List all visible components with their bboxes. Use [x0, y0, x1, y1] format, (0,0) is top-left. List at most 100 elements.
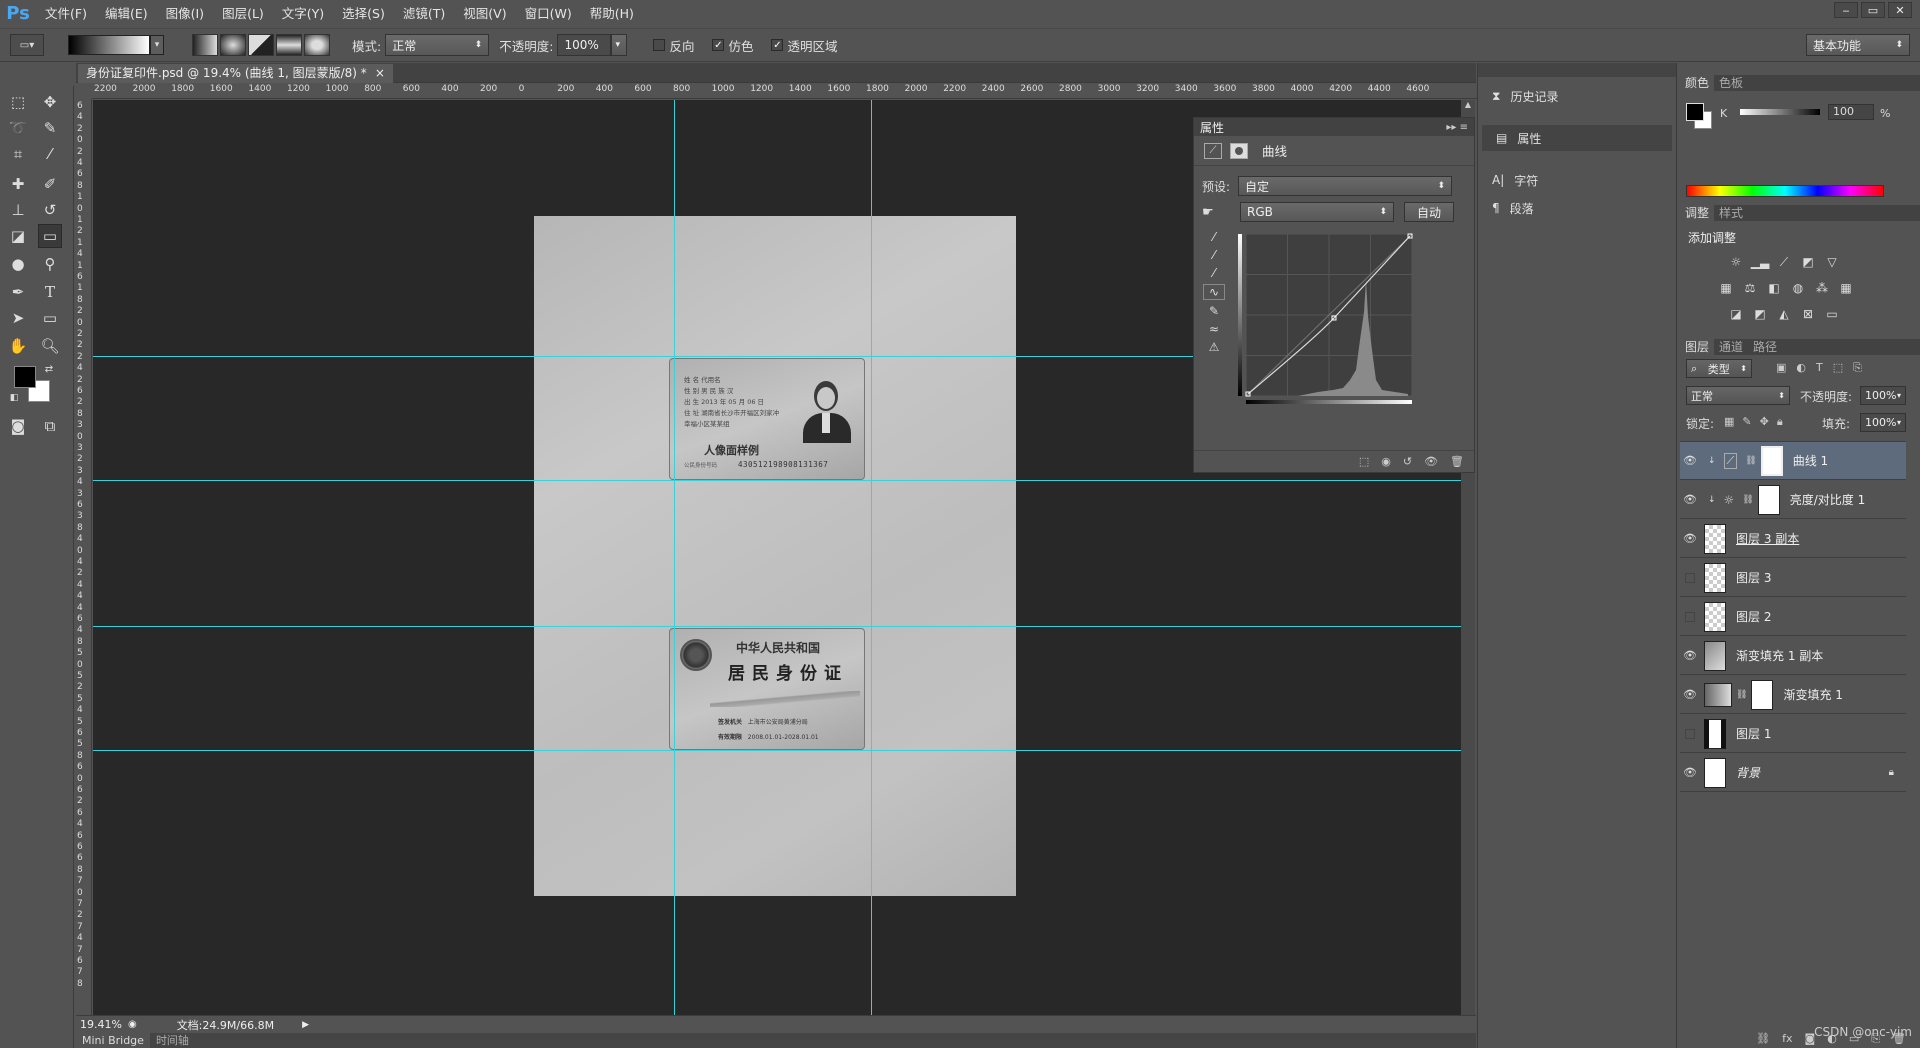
white-point-eyedropper-icon[interactable]: ⁄	[1213, 266, 1215, 280]
view-previous-icon[interactable]: ◉	[1381, 455, 1391, 468]
reset-icon[interactable]: ↺	[1403, 455, 1412, 468]
reflected-gradient-button[interactable]	[276, 34, 302, 56]
layer-row-curves[interactable]: 👁︎ ↓ ⟋ ⛓ 曲线 1	[1680, 442, 1906, 480]
brush-tool-icon[interactable]: ✐	[38, 172, 62, 196]
marquee-tool-icon[interactable]: ⬚	[6, 90, 30, 114]
filter-shape-icon[interactable]: ⬚	[1833, 361, 1843, 375]
layer-row-gradient-fill[interactable]: 👁︎ ⛓ 渐变填充 1	[1680, 676, 1906, 714]
black-white-icon[interactable]: ◧	[1766, 281, 1782, 295]
photo-filter-icon[interactable]: ◍	[1790, 281, 1806, 295]
layer-row-2[interactable]: 图层 2	[1680, 598, 1906, 636]
layer-row-1[interactable]: 图层 1	[1680, 715, 1906, 753]
menu-window[interactable]: 窗口(W)	[516, 0, 581, 27]
menu-help[interactable]: 帮助(H)	[581, 0, 643, 27]
menu-image[interactable]: 图像(I)	[157, 0, 213, 27]
dither-checkbox[interactable]: ✓	[712, 39, 725, 51]
guide-horizontal[interactable]	[93, 480, 1461, 481]
fill-input[interactable]: 100% ▾	[1860, 413, 1906, 432]
transparency-checkbox[interactable]: ✓	[771, 39, 784, 51]
tab-swatches[interactable]: 色板	[1714, 75, 1748, 91]
dodge-tool-icon[interactable]: ⚲	[38, 252, 62, 276]
curve-point-tool-icon[interactable]: ∿	[1203, 284, 1225, 300]
rectangle-tool-icon[interactable]: ▭	[38, 306, 62, 330]
tab-mini-bridge[interactable]: Mini Bridge	[76, 1033, 150, 1048]
k-input[interactable]: 100	[1828, 104, 1874, 120]
visibility-eye-icon[interactable]: 👁︎	[1680, 454, 1700, 467]
type-tool-icon[interactable]: T	[38, 280, 62, 304]
lock-transparent-icon[interactable]: ▦	[1724, 415, 1734, 429]
fx-icon[interactable]: fx	[1782, 1032, 1792, 1045]
zoom-level[interactable]: 19.41%	[80, 1018, 122, 1031]
reverse-checkbox[interactable]	[653, 39, 666, 51]
gradient-tool-icon[interactable]: ▭	[38, 224, 62, 248]
status-menu-arrow-icon[interactable]: ▶	[302, 1020, 309, 1030]
target-adjust-icon[interactable]: ☛	[1202, 205, 1224, 220]
layer-row-background[interactable]: 👁︎ 背景 🔒︎	[1680, 754, 1906, 792]
paragraph-panel-button[interactable]: ¶ 段落	[1478, 195, 1676, 221]
foreground-color-swatch[interactable]	[14, 366, 36, 388]
threshold-icon[interactable]: ◭	[1776, 307, 1792, 321]
gradient-map-icon[interactable]: ▭	[1824, 307, 1840, 321]
menu-type[interactable]: 文字(Y)	[273, 0, 333, 27]
layer-row-gradient-fill-copy[interactable]: 👁︎ 渐变填充 1 副本	[1680, 637, 1906, 675]
eyedropper-tool-icon[interactable]: ⁄	[38, 142, 62, 166]
clip-to-layer-icon[interactable]: ⬚	[1359, 455, 1369, 468]
channel-select[interactable]: RGB ⬍	[1240, 202, 1394, 222]
layer-filter-select[interactable]: ⌕ 类型 ⬍	[1686, 359, 1752, 378]
invert-icon[interactable]: ◪	[1728, 307, 1744, 321]
character-panel-button[interactable]: A| 字符	[1478, 167, 1676, 193]
visibility-off-box[interactable]	[1685, 611, 1695, 622]
tab-paths[interactable]: 路径	[1748, 339, 1782, 355]
layer-row-3-copy[interactable]: 👁︎ 图层 3 副本	[1680, 520, 1906, 558]
color-lookup-icon[interactable]: ▦	[1838, 281, 1854, 295]
guide-horizontal[interactable]	[93, 750, 1461, 751]
blend-mode-select[interactable]: 正常 ⬍	[1686, 386, 1790, 405]
opacity-input[interactable]: 100%	[557, 34, 612, 56]
black-point-eyedropper-icon[interactable]: ⁄	[1213, 230, 1215, 244]
path-selection-tool-icon[interactable]: ➤	[6, 306, 30, 330]
color-spectrum[interactable]	[1686, 185, 1884, 197]
radial-gradient-button[interactable]	[220, 34, 246, 56]
levels-icon[interactable]: ▁▃	[1751, 255, 1769, 269]
layer-mask-thumbnail[interactable]	[1760, 445, 1783, 476]
tab-adjustments[interactable]: 调整	[1680, 205, 1715, 221]
lock-position-icon[interactable]: ✥	[1760, 415, 1769, 429]
layer-mask-thumbnail[interactable]	[1751, 679, 1774, 710]
layer-row-brightness[interactable]: 👁︎ ↓ ☼ ⛓ 亮度/对比度 1	[1680, 481, 1906, 519]
pen-tool-icon[interactable]: ✒	[6, 280, 30, 304]
menu-filter[interactable]: 滤镜(T)	[394, 0, 454, 27]
visibility-off-box[interactable]	[1685, 728, 1695, 739]
link-layers-icon[interactable]: ⛓	[1756, 1032, 1770, 1045]
hand-tool-icon[interactable]: ✋	[6, 334, 30, 358]
selective-color-icon[interactable]: ⊠	[1800, 307, 1816, 321]
restore-button[interactable]: ▭	[1861, 2, 1885, 18]
lasso-tool-icon[interactable]: ➰	[6, 116, 30, 140]
filter-smart-icon[interactable]: ⎘	[1853, 361, 1862, 375]
preset-select[interactable]: 自定 ⬍	[1238, 176, 1453, 196]
gradient-picker[interactable]	[68, 35, 150, 55]
menu-edit[interactable]: 编辑(E)	[96, 0, 157, 27]
filter-adjust-icon[interactable]: ◐	[1796, 361, 1806, 375]
tab-styles[interactable]: 样式	[1714, 205, 1748, 221]
trash-icon[interactable]: 🗑︎	[1450, 455, 1464, 468]
visibility-icon[interactable]: 👁︎	[1424, 455, 1438, 468]
menu-view[interactable]: 视图(V)	[454, 0, 515, 27]
color-balance-icon[interactable]: ⚖	[1742, 281, 1758, 295]
history-brush-tool-icon[interactable]: ↺	[38, 198, 62, 222]
status-info-icon[interactable]: ◉	[128, 1019, 137, 1030]
guide-vertical[interactable]	[674, 100, 675, 1015]
visibility-eye-icon[interactable]: 👁︎	[1680, 532, 1700, 545]
move-tool-icon[interactable]: ✥	[38, 90, 62, 114]
smooth-curve-icon[interactable]: ≈	[1209, 322, 1219, 336]
visibility-eye-icon[interactable]: 👁︎	[1680, 766, 1700, 779]
exposure-icon[interactable]: ◩	[1800, 255, 1816, 269]
pencil-curve-icon[interactable]: ✎	[1209, 304, 1219, 318]
tab-channels[interactable]: 通道	[1714, 339, 1748, 355]
layer-mask-thumbnail[interactable]	[1757, 484, 1780, 515]
visibility-eye-icon[interactable]: 👁︎	[1680, 688, 1700, 701]
fg-color-swatch[interactable]	[1686, 103, 1704, 121]
k-slider[interactable]	[1740, 109, 1820, 115]
opacity-dropdown[interactable]: ▾	[611, 34, 628, 56]
swap-colors-icon[interactable]: ⇄	[42, 362, 56, 376]
default-colors-icon[interactable]: ◧	[8, 392, 20, 404]
